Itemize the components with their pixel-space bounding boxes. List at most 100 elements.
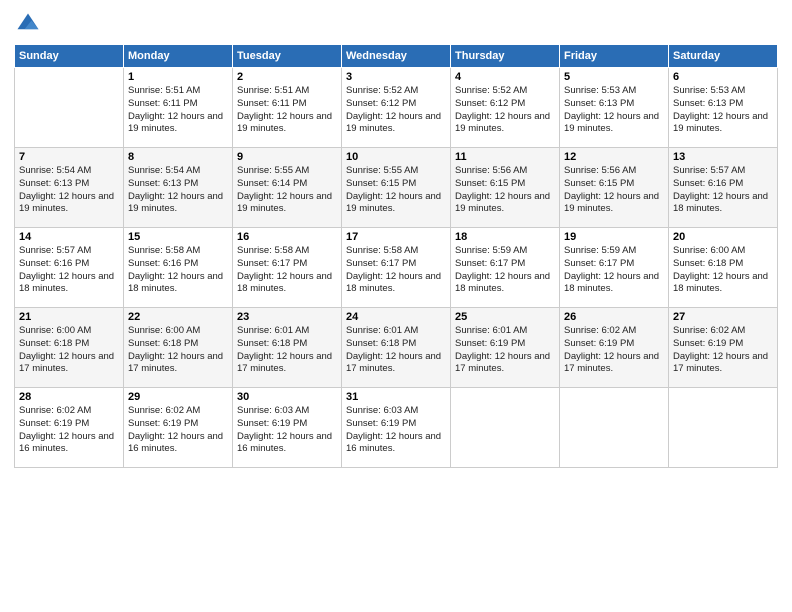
calendar-cell: 6 Sunrise: 5:53 AM Sunset: 6:13 PM Dayli…: [669, 68, 778, 148]
sunset-text: Sunset: 6:16 PM: [673, 178, 743, 189]
day-info: Sunrise: 5:58 AM Sunset: 6:17 PM Dayligh…: [237, 245, 337, 296]
week-row-1: 7 Sunrise: 5:54 AM Sunset: 6:13 PM Dayli…: [15, 148, 778, 228]
sunset-text: Sunset: 6:12 PM: [346, 98, 416, 109]
day-number: 24: [346, 311, 446, 323]
day-info: Sunrise: 6:02 AM Sunset: 6:19 PM Dayligh…: [128, 405, 228, 456]
day-number: 20: [673, 231, 773, 243]
sunrise-text: Sunrise: 5:59 AM: [455, 245, 527, 256]
sunrise-text: Sunrise: 6:01 AM: [237, 325, 309, 336]
calendar-cell: 20 Sunrise: 6:00 AM Sunset: 6:18 PM Dayl…: [669, 228, 778, 308]
day-header-friday: Friday: [560, 45, 669, 68]
sunrise-text: Sunrise: 5:56 AM: [455, 165, 527, 176]
day-number: 27: [673, 311, 773, 323]
sunset-text: Sunset: 6:19 PM: [673, 338, 743, 349]
day-info: Sunrise: 5:54 AM Sunset: 6:13 PM Dayligh…: [128, 165, 228, 216]
calendar-cell: 29 Sunrise: 6:02 AM Sunset: 6:19 PM Dayl…: [124, 388, 233, 468]
day-number: 16: [237, 231, 337, 243]
calendar-cell: 14 Sunrise: 5:57 AM Sunset: 6:16 PM Dayl…: [15, 228, 124, 308]
day-number: 4: [455, 71, 555, 83]
sunset-text: Sunset: 6:17 PM: [455, 258, 525, 269]
day-info: Sunrise: 6:01 AM Sunset: 6:19 PM Dayligh…: [455, 325, 555, 376]
day-number: 6: [673, 71, 773, 83]
sunrise-text: Sunrise: 6:02 AM: [19, 405, 91, 416]
daylight-text: Daylight: 12 hours and 19 minutes.: [455, 111, 550, 135]
daylight-text: Daylight: 12 hours and 18 minutes.: [346, 271, 441, 295]
calendar-cell: 28 Sunrise: 6:02 AM Sunset: 6:19 PM Dayl…: [15, 388, 124, 468]
daylight-text: Daylight: 12 hours and 19 minutes.: [455, 191, 550, 215]
day-header-wednesday: Wednesday: [342, 45, 451, 68]
sunrise-text: Sunrise: 5:58 AM: [128, 245, 200, 256]
day-number: 3: [346, 71, 446, 83]
daylight-text: Daylight: 12 hours and 16 minutes.: [237, 431, 332, 455]
day-info: Sunrise: 6:03 AM Sunset: 6:19 PM Dayligh…: [237, 405, 337, 456]
day-info: Sunrise: 5:55 AM Sunset: 6:15 PM Dayligh…: [346, 165, 446, 216]
sunset-text: Sunset: 6:19 PM: [455, 338, 525, 349]
day-number: 9: [237, 151, 337, 163]
week-row-4: 28 Sunrise: 6:02 AM Sunset: 6:19 PM Dayl…: [15, 388, 778, 468]
day-header-saturday: Saturday: [669, 45, 778, 68]
calendar-cell: 2 Sunrise: 5:51 AM Sunset: 6:11 PM Dayli…: [233, 68, 342, 148]
day-number: 18: [455, 231, 555, 243]
calendar-header: [14, 10, 778, 38]
day-info: Sunrise: 6:00 AM Sunset: 6:18 PM Dayligh…: [128, 325, 228, 376]
sunset-text: Sunset: 6:16 PM: [19, 258, 89, 269]
sunset-text: Sunset: 6:13 PM: [128, 178, 198, 189]
day-number: 25: [455, 311, 555, 323]
sunset-text: Sunset: 6:13 PM: [673, 98, 743, 109]
calendar-cell: 21 Sunrise: 6:00 AM Sunset: 6:18 PM Dayl…: [15, 308, 124, 388]
daylight-text: Daylight: 12 hours and 18 minutes.: [455, 271, 550, 295]
sunset-text: Sunset: 6:15 PM: [455, 178, 525, 189]
sunset-text: Sunset: 6:19 PM: [19, 418, 89, 429]
sunset-text: Sunset: 6:18 PM: [237, 338, 307, 349]
week-row-3: 21 Sunrise: 6:00 AM Sunset: 6:18 PM Dayl…: [15, 308, 778, 388]
calendar-cell: 7 Sunrise: 5:54 AM Sunset: 6:13 PM Dayli…: [15, 148, 124, 228]
day-number: 7: [19, 151, 119, 163]
day-number: 28: [19, 391, 119, 403]
sunrise-text: Sunrise: 5:55 AM: [346, 165, 418, 176]
sunrise-text: Sunrise: 6:03 AM: [237, 405, 309, 416]
calendar-cell: 15 Sunrise: 5:58 AM Sunset: 6:16 PM Dayl…: [124, 228, 233, 308]
sunset-text: Sunset: 6:11 PM: [237, 98, 307, 109]
sunrise-text: Sunrise: 5:59 AM: [564, 245, 636, 256]
sunset-text: Sunset: 6:17 PM: [564, 258, 634, 269]
sunset-text: Sunset: 6:19 PM: [346, 418, 416, 429]
day-info: Sunrise: 5:56 AM Sunset: 6:15 PM Dayligh…: [564, 165, 664, 216]
day-info: Sunrise: 5:53 AM Sunset: 6:13 PM Dayligh…: [673, 85, 773, 136]
sunrise-text: Sunrise: 5:57 AM: [19, 245, 91, 256]
day-info: Sunrise: 5:57 AM Sunset: 6:16 PM Dayligh…: [673, 165, 773, 216]
calendar-cell: 23 Sunrise: 6:01 AM Sunset: 6:18 PM Dayl…: [233, 308, 342, 388]
daylight-text: Daylight: 12 hours and 17 minutes.: [128, 351, 223, 375]
calendar-cell: 3 Sunrise: 5:52 AM Sunset: 6:12 PM Dayli…: [342, 68, 451, 148]
sunset-text: Sunset: 6:19 PM: [564, 338, 634, 349]
sunset-text: Sunset: 6:18 PM: [19, 338, 89, 349]
sunrise-text: Sunrise: 6:00 AM: [673, 245, 745, 256]
day-info: Sunrise: 5:51 AM Sunset: 6:11 PM Dayligh…: [128, 85, 228, 136]
day-info: Sunrise: 5:59 AM Sunset: 6:17 PM Dayligh…: [455, 245, 555, 296]
sunrise-text: Sunrise: 5:57 AM: [673, 165, 745, 176]
day-number: 17: [346, 231, 446, 243]
sunrise-text: Sunrise: 6:01 AM: [455, 325, 527, 336]
calendar-cell: 31 Sunrise: 6:03 AM Sunset: 6:19 PM Dayl…: [342, 388, 451, 468]
day-info: Sunrise: 5:51 AM Sunset: 6:11 PM Dayligh…: [237, 85, 337, 136]
daylight-text: Daylight: 12 hours and 18 minutes.: [673, 271, 768, 295]
day-number: 29: [128, 391, 228, 403]
sunrise-text: Sunrise: 5:53 AM: [564, 85, 636, 96]
daylight-text: Daylight: 12 hours and 18 minutes.: [673, 191, 768, 215]
day-number: 31: [346, 391, 446, 403]
day-info: Sunrise: 5:55 AM Sunset: 6:14 PM Dayligh…: [237, 165, 337, 216]
sunset-text: Sunset: 6:13 PM: [19, 178, 89, 189]
day-info: Sunrise: 5:56 AM Sunset: 6:15 PM Dayligh…: [455, 165, 555, 216]
day-info: Sunrise: 5:52 AM Sunset: 6:12 PM Dayligh…: [346, 85, 446, 136]
daylight-text: Daylight: 12 hours and 17 minutes.: [237, 351, 332, 375]
calendar-table: SundayMondayTuesdayWednesdayThursdayFrid…: [14, 44, 778, 468]
calendar-cell: 17 Sunrise: 5:58 AM Sunset: 6:17 PM Dayl…: [342, 228, 451, 308]
calendar-cell: 16 Sunrise: 5:58 AM Sunset: 6:17 PM Dayl…: [233, 228, 342, 308]
daylight-text: Daylight: 12 hours and 18 minutes.: [564, 271, 659, 295]
sunset-text: Sunset: 6:19 PM: [237, 418, 307, 429]
sunset-text: Sunset: 6:17 PM: [237, 258, 307, 269]
day-info: Sunrise: 6:02 AM Sunset: 6:19 PM Dayligh…: [673, 325, 773, 376]
day-header-monday: Monday: [124, 45, 233, 68]
day-number: 23: [237, 311, 337, 323]
sunrise-text: Sunrise: 5:52 AM: [455, 85, 527, 96]
sunrise-text: Sunrise: 5:55 AM: [237, 165, 309, 176]
